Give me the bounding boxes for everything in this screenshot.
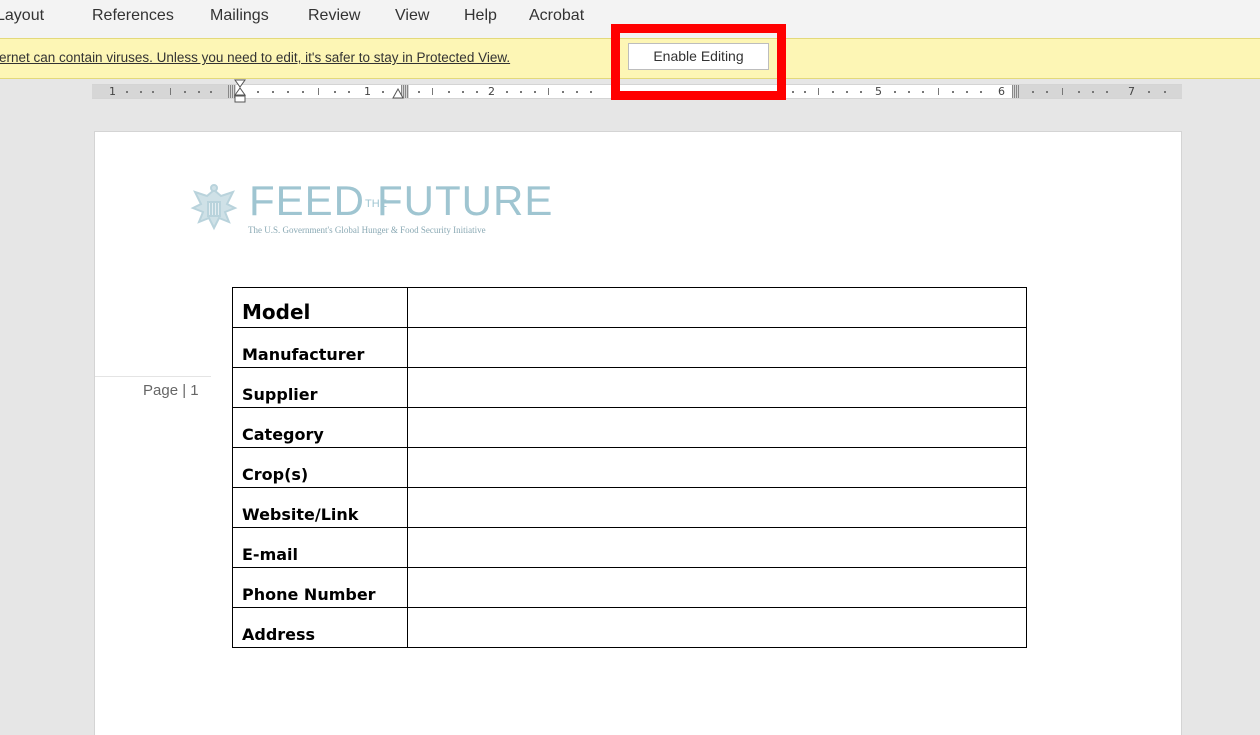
ruler-number: 7 — [1128, 85, 1135, 98]
table-row: Phone Number — [232, 567, 1027, 608]
ruler-number: 1 — [364, 85, 371, 98]
row-label-category: Category — [232, 407, 408, 448]
row-value-crops[interactable] — [407, 447, 1027, 488]
row-label-crops: Crop(s) — [232, 447, 408, 488]
row-value-address[interactable] — [407, 607, 1027, 648]
row-label-manufacturer: Manufacturer — [232, 327, 408, 368]
logo-future: FUTURE — [377, 177, 554, 224]
table-row: Website/Link — [232, 487, 1027, 528]
table-row: Model — [232, 287, 1027, 328]
row-label-website: Website/Link — [232, 487, 408, 528]
row-label-model: Model — [232, 287, 408, 328]
table-row: Category — [232, 407, 1027, 448]
tab-layout[interactable]: Layout — [0, 7, 44, 25]
row-value-phone[interactable] — [407, 567, 1027, 608]
tab-view[interactable]: View — [395, 7, 429, 25]
row-value-manufacturer[interactable] — [407, 327, 1027, 368]
ruler-number: 1 — [109, 85, 116, 98]
logo-tagline: The U.S. Government's Global Hunger & Fo… — [248, 225, 486, 235]
tab-review[interactable]: Review — [308, 7, 360, 25]
ruler-number: 6 — [998, 85, 1005, 98]
tab-mailings[interactable]: Mailings — [210, 7, 269, 25]
row-label-email: E-mail — [232, 527, 408, 568]
feed-the-future-logo: FEEDTHEFUTURE — [249, 178, 553, 224]
logo-feed: FEED — [249, 177, 366, 224]
ribbon-tabs: Layout References Mailings Review View H… — [0, 0, 1260, 38]
row-value-email[interactable] — [407, 527, 1027, 568]
ruler-margin-right — [1014, 85, 1182, 98]
header-divider — [95, 376, 211, 377]
ruler-number: 2 — [488, 85, 495, 98]
protected-view-bar: ernet can contain viruses. Unless you ne… — [0, 38, 1260, 79]
enable-editing-button[interactable]: Enable Editing — [628, 43, 769, 70]
tab-references[interactable]: References — [92, 7, 174, 25]
indent-marker-icon[interactable] — [234, 79, 246, 113]
ruler-number: 5 — [875, 85, 882, 98]
row-value-model[interactable] — [407, 287, 1027, 328]
hanging-indent-icon[interactable] — [392, 88, 404, 100]
row-label-address: Address — [232, 607, 408, 648]
table-row: E-mail — [232, 527, 1027, 568]
page-number: Page | 1 — [143, 382, 199, 399]
tab-help[interactable]: Help — [464, 7, 497, 25]
table-row: Manufacturer — [232, 327, 1027, 368]
row-value-category[interactable] — [407, 407, 1027, 448]
table-row: Supplier — [232, 367, 1027, 408]
table-row: Crop(s) — [232, 447, 1027, 488]
row-value-supplier[interactable] — [407, 367, 1027, 408]
horizontal-ruler[interactable]: 1 1 2 5 6 7 — [92, 79, 1182, 103]
document-page[interactable]: Page | 1 FEEDTHEFUTURE The U.S. Governme… — [94, 131, 1182, 735]
protected-view-message[interactable]: ernet can contain viruses. Unless you ne… — [0, 50, 510, 65]
row-label-phone: Phone Number — [232, 567, 408, 608]
row-label-supplier: Supplier — [232, 367, 408, 408]
row-value-website[interactable] — [407, 487, 1027, 528]
logo-the: THE — [365, 197, 388, 210]
usaid-seal-icon — [190, 184, 238, 231]
ruler-column-marker[interactable] — [1012, 85, 1020, 98]
tab-acrobat[interactable]: Acrobat — [529, 7, 584, 25]
product-info-table: Model Manufacturer Supplier Category Cro… — [232, 287, 1027, 648]
table-row: Address — [232, 607, 1027, 648]
